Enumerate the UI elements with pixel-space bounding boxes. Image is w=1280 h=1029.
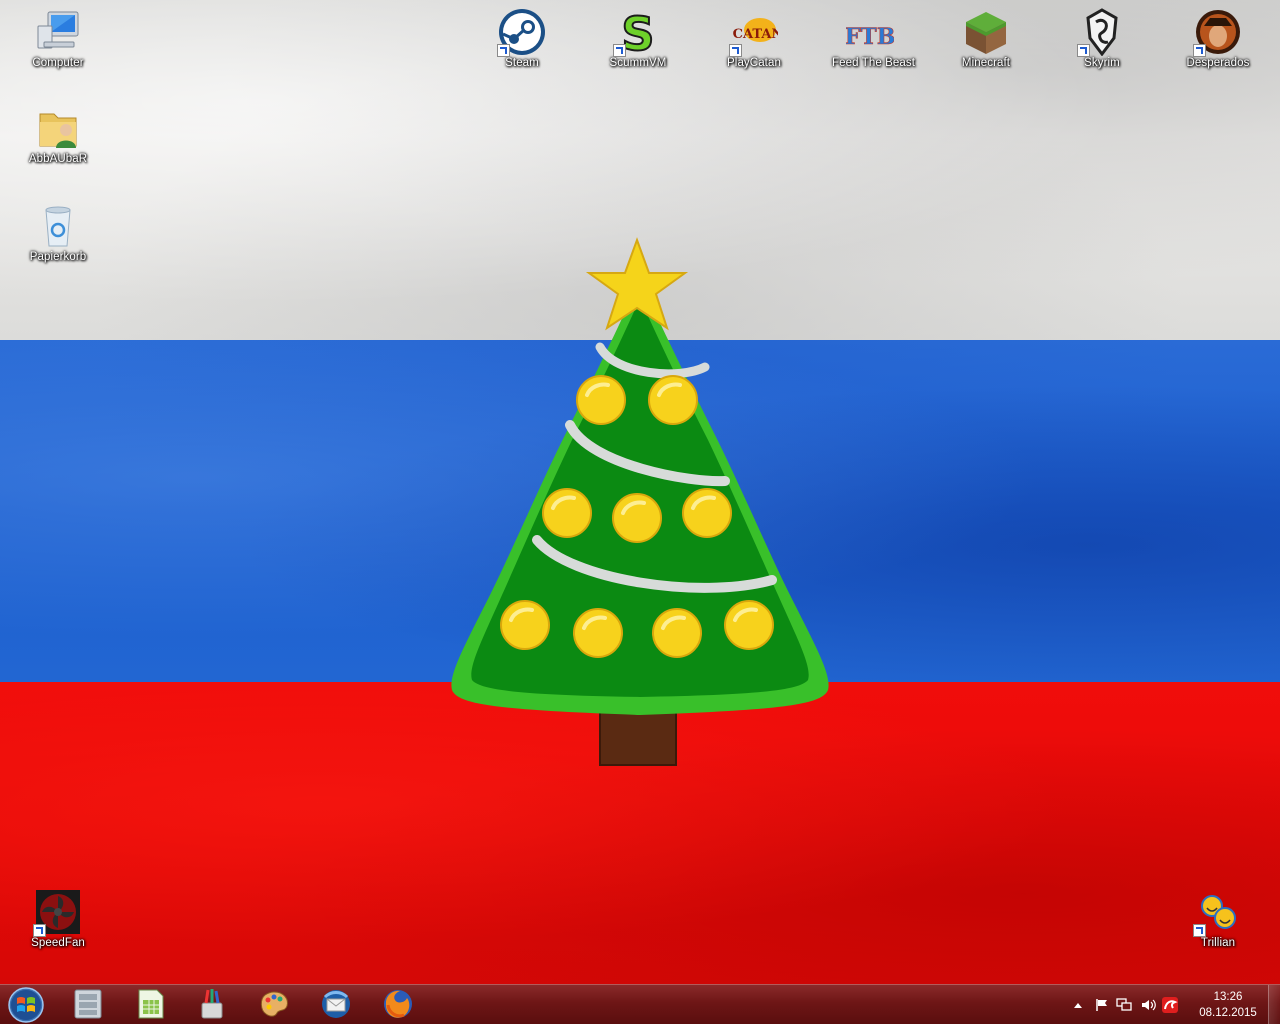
clock-time: 13:26 — [1213, 991, 1243, 1003]
desktop-icon-label: Steam — [505, 57, 539, 69]
user-folder-icon — [34, 104, 82, 152]
paint-palette-icon — [260, 991, 288, 1017]
desktop-icon-skyrim[interactable]: Skyrim — [1064, 4, 1140, 84]
paint-brushes-icon — [201, 989, 223, 1019]
shortcut-arrow-icon — [1193, 44, 1206, 57]
shortcut-arrow-icon — [613, 44, 626, 57]
taskbar-thunderbird-button[interactable] — [308, 986, 364, 1022]
desktop-icon-desperados[interactable]: Desperados — [1180, 4, 1256, 84]
desktop-icon-label: Computer — [32, 57, 84, 69]
file-cabinet-icon — [74, 989, 102, 1019]
desktop-icon-label: Skyrim — [1084, 57, 1120, 69]
firefox-icon — [384, 990, 412, 1018]
taskbar-paint-brushes-button[interactable] — [184, 986, 240, 1022]
avira-antivirus-icon[interactable] — [1162, 997, 1178, 1013]
desktop-icon-label: SpeedFan — [31, 937, 85, 949]
start-button[interactable] — [4, 986, 48, 1024]
christmas-tree-graphic — [451, 237, 829, 766]
desktop-icon-speedfan[interactable]: SpeedFan — [20, 884, 96, 964]
spreadsheet-icon — [138, 989, 164, 1019]
desktop-icon-label: Feed The Beast — [832, 57, 916, 69]
network-icon[interactable] — [1116, 997, 1132, 1013]
skyrim-icon — [1077, 8, 1126, 57]
shortcut-arrow-icon — [729, 44, 742, 57]
taskbar-file-cabinet-button[interactable] — [60, 986, 116, 1022]
catan-text: CATAN — [733, 27, 778, 42]
feed-the-beast-icon: FTB — [844, 8, 895, 56]
minecraft-icon — [962, 8, 1010, 56]
desktop-icon-label: PlayCatan — [727, 57, 781, 69]
windows-start-icon — [8, 987, 44, 1023]
desktop-icon-label: Trillian — [1200, 937, 1236, 949]
taskbar-paint-palette-button[interactable] — [246, 986, 302, 1022]
shortcut-arrow-icon — [497, 44, 510, 57]
taskbar-firefox-button[interactable] — [370, 986, 426, 1022]
desktop-icon-recycle-bin[interactable]: Papierkorb — [20, 198, 96, 278]
recycle-bin-icon — [34, 202, 82, 250]
thunderbird-mail-icon — [322, 990, 350, 1018]
scummvm-letter: S — [621, 8, 654, 56]
shortcut-arrow-icon — [1193, 924, 1206, 937]
shortcut-arrow-icon — [33, 924, 46, 937]
computer-icon — [34, 8, 82, 56]
desktop-icon-label: Minecraft — [961, 57, 1011, 69]
desperados-icon — [1193, 8, 1242, 57]
desktop-icon-trillian[interactable]: Trillian — [1180, 884, 1256, 964]
desktop-icon-minecraft[interactable]: Minecraft — [948, 4, 1024, 84]
playcatan-icon: CATAN — [729, 8, 783, 57]
trillian-icon — [1193, 888, 1242, 937]
desktop-icon-label: Desperados — [1186, 57, 1250, 69]
action-center-flag-icon[interactable] — [1094, 997, 1110, 1013]
desktop-icon-playcatan[interactable]: CATAN PlayCatan — [716, 4, 792, 84]
shortcut-arrow-icon — [1077, 44, 1090, 57]
desktop-icon-steam[interactable]: Steam — [484, 4, 560, 84]
ftb-letters: FTB — [846, 24, 894, 50]
steam-icon — [497, 8, 546, 57]
desktop-icon-feed-the-beast[interactable]: FTB Feed The Beast — [832, 4, 916, 84]
desktop-icon-label: Papierkorb — [29, 251, 87, 263]
desktop-icon-label: ScummVM — [609, 57, 667, 69]
show-hidden-icons-arrow[interactable] — [1070, 997, 1086, 1013]
clock-date: 08.12.2015 — [1199, 1007, 1257, 1019]
desktop-background: Computer AbbAUbaR Papierkorb Steam S Scu… — [0, 0, 1280, 984]
taskbar-spreadsheet-button[interactable] — [122, 986, 178, 1022]
desktop-icon-computer[interactable]: Computer — [20, 4, 96, 84]
show-desktop-button[interactable] — [1268, 985, 1280, 1025]
taskbar: 13:26 08.12.2015 — [0, 984, 1280, 1025]
desktop-icon-user-folder[interactable]: AbbAUbaR — [20, 100, 96, 180]
desktop-icon-label: AbbAUbaR — [28, 153, 88, 165]
desktop-icon-scummvm[interactable]: S ScummVM — [600, 4, 676, 84]
speedfan-icon — [33, 888, 82, 937]
system-clock[interactable]: 13:26 08.12.2015 — [1188, 989, 1268, 1021]
volume-icon[interactable] — [1140, 997, 1156, 1013]
scummvm-icon: S — [613, 6, 662, 62]
